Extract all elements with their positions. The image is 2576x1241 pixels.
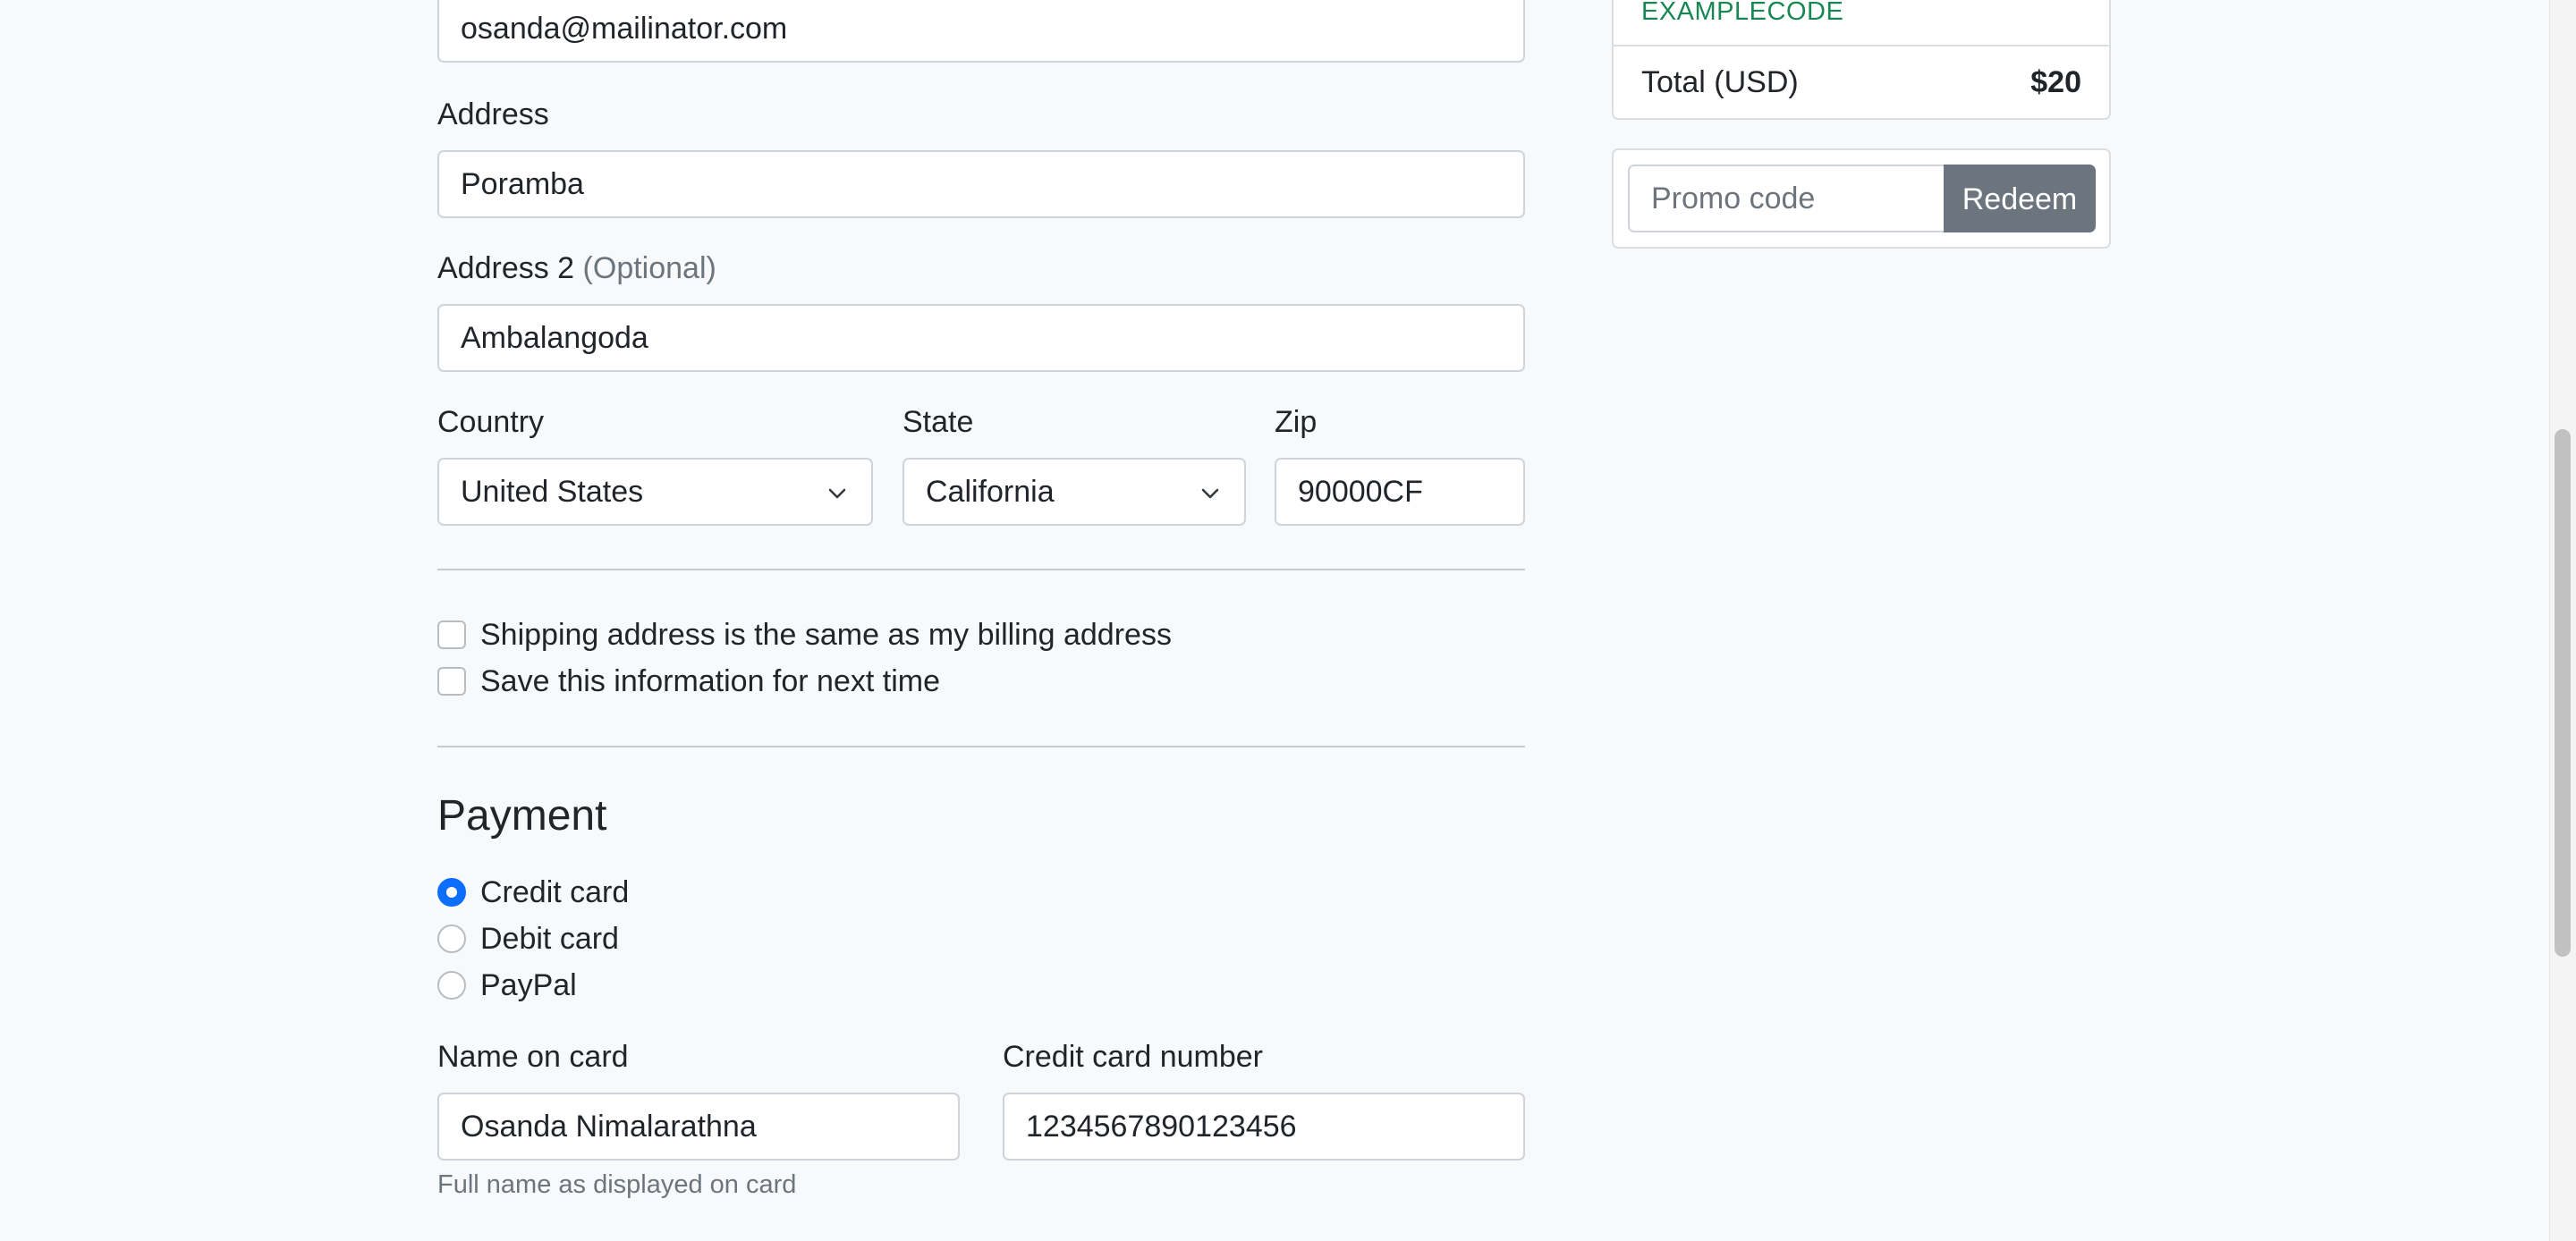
state-selected-value: California [926, 475, 1055, 509]
save-info-option[interactable]: Save this information for next time [437, 663, 940, 699]
save-info-checkbox[interactable] [437, 667, 466, 696]
name-on-card-help: Full name as displayed on card [437, 1170, 797, 1199]
payment-heading: Payment [437, 792, 607, 840]
redeem-button[interactable]: Redeem [1944, 165, 2096, 232]
address2-label-text: Address 2 [437, 251, 575, 285]
payment-option-debit[interactable]: Debit card [437, 921, 619, 957]
applied-promo-code: EXAMPLECODE [1641, 0, 1844, 26]
card-number-label: Credit card number [1003, 1040, 1264, 1074]
chevron-down-icon [828, 488, 846, 499]
same-address-label[interactable]: Shipping address is the same as my billi… [480, 617, 1172, 653]
payment-option-label[interactable]: Debit card [480, 921, 619, 957]
address-label: Address [437, 97, 549, 131]
payment-option-label[interactable]: PayPal [480, 967, 577, 1003]
chevron-down-icon [1201, 488, 1219, 499]
checkout-page: osanda@mailinator.com Address Poramba Ad… [0, 0, 2576, 1241]
paypal-radio[interactable] [437, 971, 466, 1000]
credit-card-radio[interactable] [437, 878, 466, 907]
address2-label: Address 2 (Optional) [437, 250, 716, 286]
total-label: Total (USD) [1641, 65, 1799, 99]
card-number-field[interactable]: 1234567890123456 [1003, 1093, 1525, 1161]
name-on-card-label: Name on card [437, 1040, 629, 1074]
zip-field[interactable]: 90000CF [1275, 458, 1525, 526]
payment-option-credit[interactable]: Credit card [437, 874, 629, 910]
promo-code-input[interactable]: Promo code [1628, 165, 1945, 232]
payment-option-paypal[interactable]: PayPal [437, 967, 577, 1003]
country-select[interactable]: United States [437, 458, 873, 526]
scrollbar-thumb[interactable] [2555, 429, 2571, 957]
name-on-card-field[interactable]: Osanda Nimalarathna [437, 1093, 960, 1161]
save-info-label[interactable]: Save this information for next time [480, 663, 940, 699]
state-select[interactable]: California [902, 458, 1246, 526]
total-value: $20 [2030, 65, 2081, 99]
same-address-option[interactable]: Shipping address is the same as my billi… [437, 617, 1172, 653]
divider [437, 569, 1525, 570]
debit-card-radio[interactable] [437, 924, 466, 953]
divider [437, 746, 1525, 747]
country-label: Country [437, 405, 545, 439]
state-label: State [902, 405, 974, 439]
email-field[interactable]: osanda@mailinator.com [437, 0, 1525, 63]
address-field[interactable]: Poramba [437, 150, 1525, 218]
payment-option-label[interactable]: Credit card [480, 874, 629, 910]
address2-field[interactable]: Ambalangoda [437, 304, 1525, 372]
optional-hint: (Optional) [582, 251, 716, 285]
same-address-checkbox[interactable] [437, 620, 466, 649]
zip-label: Zip [1275, 405, 1318, 439]
cart-row-divider [1614, 45, 2109, 46]
country-selected-value: United States [461, 475, 644, 509]
